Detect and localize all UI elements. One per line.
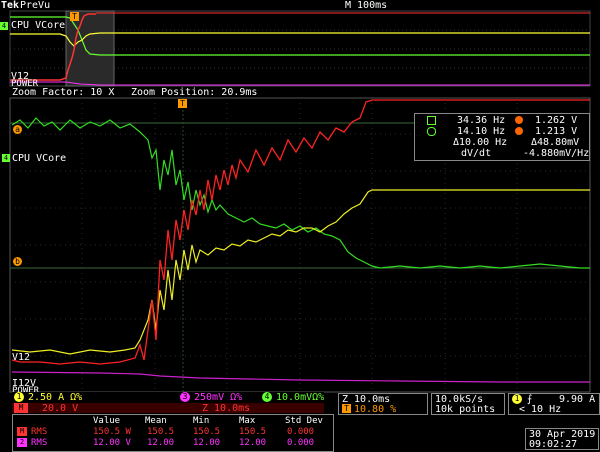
math-badge[interactable]: M: [14, 403, 28, 413]
meas-row-2-min: 12.00: [193, 438, 221, 448]
ch3-scale[interactable]: 250mV Ω%: [194, 392, 242, 403]
cursor-readout-row2-right: 1.213 V: [535, 126, 578, 137]
meas-header-value: Value: [93, 416, 121, 426]
trigger-pos-readout: 10.80 %: [354, 404, 397, 415]
meas-row-1-value: 150.5 W: [93, 427, 131, 437]
ch4-badge[interactable]: 4: [262, 392, 272, 402]
zoom-label-v12: V12: [12, 352, 31, 363]
ch3-badge[interactable]: 3: [180, 392, 190, 402]
horizontal-panel[interactable]: Z 10.0ms T 10.80 %: [338, 393, 428, 415]
zoom-trace-ch3: [11, 371, 590, 383]
scope-display: [9, 10, 591, 393]
zoom-trigger-marker[interactable]: T: [178, 99, 187, 108]
meas-row-2-value: 12.00 V: [93, 438, 131, 448]
meas-row-1-mean: 150.5: [147, 427, 175, 437]
meas-row-1-min: 150.5: [193, 427, 221, 437]
math-scale[interactable]: 20.0 V: [42, 403, 78, 414]
cursor-readout-row3-right: Δ48.80mV: [531, 137, 580, 148]
math-zoom-scale: Z 10.0ms: [202, 403, 251, 414]
cursor-readout-row2-left: 14.10 Hz: [457, 126, 506, 137]
ch4-scale[interactable]: 10.0mVΩ%: [276, 392, 324, 403]
cursor-readout-row1-right: 1.262 V: [535, 115, 578, 126]
ch1-badge[interactable]: 1: [14, 392, 24, 402]
trigger-source-badge: 1: [512, 394, 522, 404]
trigger-freq-readout: < 10 Hz: [519, 404, 562, 415]
meas-row-1-label: RMS: [31, 427, 48, 437]
meas-row-2-max: 12.00: [239, 438, 267, 448]
time-readout: 09:02:27: [529, 439, 578, 450]
zoom-factor-label: Zoom Factor: 10 X: [12, 87, 115, 98]
overview-label-cpu-vcore: CPU VCore: [11, 20, 66, 31]
meas-header-mean: Mean: [145, 416, 167, 426]
zoom-label-cpu-vcore: CPU VCore: [12, 153, 67, 164]
trigger-pos-icon: T: [342, 404, 351, 413]
ref-marker-b[interactable]: b: [13, 257, 22, 266]
measurement-table: Value Mean Min Max Std Dev M RMS 150.5 W…: [12, 414, 334, 452]
cursor-readout-row4-left: dV/dt: [461, 148, 492, 159]
cursor-b-badge-icon: [515, 127, 523, 135]
meas-header-min: Min: [193, 416, 210, 426]
meas-row-2-badge: 2: [17, 438, 27, 447]
cursor-readout-panel: 34.36 Hz 1.262 V 14.10 Hz 1.213 V Δ10.00…: [414, 113, 590, 161]
meas-row-1-badge: M: [17, 427, 27, 436]
cursor-readout-row4-right: -4.880mV/Hz: [523, 148, 590, 159]
overview-trigger-marker[interactable]: T: [70, 12, 79, 21]
meas-row-1-max: 150.5: [239, 427, 267, 437]
meas-header-max: Max: [239, 416, 256, 426]
cursor-b-circle-icon: [427, 127, 436, 136]
cursor-readout-row1-left: 34.36 Hz: [457, 115, 506, 126]
meas-header-stddev: Std Dev: [285, 416, 323, 426]
overview-ch4-marker[interactable]: 4: [0, 22, 8, 30]
meas-row-2-label: RMS: [31, 438, 48, 448]
meas-row-1-stddev: 0.000: [287, 427, 315, 437]
record-length-readout: 10k points: [435, 404, 496, 415]
cursor-a-badge-icon: [515, 116, 523, 124]
ref-marker-a[interactable]: a: [13, 125, 22, 134]
zoom-ch4-marker[interactable]: 4: [2, 154, 10, 162]
cursor-a-box-icon: [427, 116, 436, 125]
meas-row-2-mean: 12.00: [147, 438, 175, 448]
zoom-trace-ch1: [11, 189, 590, 355]
channel-status-bar: 1 2.50 A Ω% 3 250mV Ω% 4 10.0mVΩ%: [12, 392, 324, 403]
meas-row-2-stddev: 0.000: [287, 438, 315, 448]
datetime-panel: 30 Apr 2019 09:02:27: [525, 428, 599, 450]
ch1-scale[interactable]: 2.50 A Ω%: [28, 392, 82, 403]
zoom-position-label: Zoom Position: 20.9ms: [131, 87, 258, 98]
trigger-level-readout: 9.90 A: [559, 394, 596, 405]
acquisition-panel[interactable]: 10.0kS/s 10k points: [431, 393, 505, 415]
math-status-row: M 20.0 V Z 10.0ms: [12, 403, 324, 414]
trigger-panel[interactable]: 1 ⨍ 9.90 A < 10 Hz: [508, 393, 600, 415]
cursor-readout-row3-left: Δ10.00 Hz: [453, 137, 508, 148]
